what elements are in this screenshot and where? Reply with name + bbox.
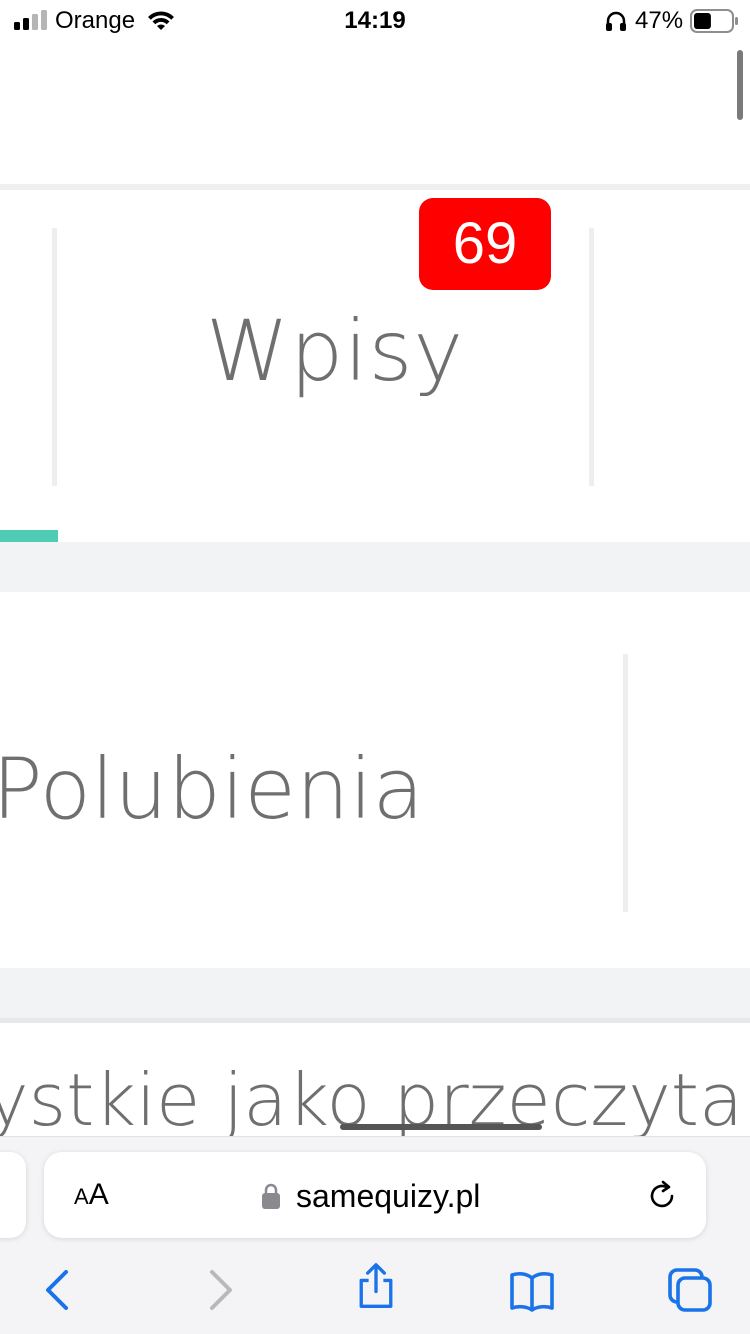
forward-icon[interactable] bbox=[196, 1266, 244, 1314]
battery-percent: 47% bbox=[635, 7, 684, 34]
section-gap bbox=[0, 968, 750, 1018]
back-icon[interactable] bbox=[34, 1266, 82, 1314]
page: Orange 14:19 47% Wpisy 69 Polubienia yst… bbox=[0, 0, 750, 1334]
home-indicator bbox=[340, 1124, 542, 1130]
tab-label-wpisy[interactable]: Wpisy bbox=[0, 302, 670, 400]
share-icon[interactable] bbox=[352, 1262, 400, 1310]
headphones-icon bbox=[606, 11, 626, 31]
text-size-small-a: A bbox=[74, 1184, 89, 1209]
url-text[interactable]: samequizy.pl bbox=[296, 1178, 480, 1215]
section-divider bbox=[0, 1018, 750, 1023]
unread-count-badge: 69 bbox=[419, 198, 551, 290]
tab-separator bbox=[623, 654, 628, 912]
scroll-indicator[interactable] bbox=[737, 50, 743, 120]
section-gap bbox=[0, 542, 750, 592]
bookmarks-icon[interactable] bbox=[508, 1266, 556, 1314]
battery-icon bbox=[690, 9, 738, 33]
status-bar: Orange 14:19 47% bbox=[0, 0, 750, 44]
lock-icon bbox=[262, 1183, 280, 1209]
text-size-button[interactable]: AA bbox=[74, 1178, 109, 1214]
active-tab-indicator bbox=[0, 530, 58, 542]
reload-icon[interactable] bbox=[644, 1178, 680, 1214]
tabs-icon[interactable] bbox=[666, 1266, 714, 1314]
previous-tab-card[interactable] bbox=[0, 1152, 26, 1238]
tab-label-polubienia[interactable]: Polubienia bbox=[0, 740, 424, 838]
text-size-big-a: A bbox=[88, 1178, 109, 1211]
